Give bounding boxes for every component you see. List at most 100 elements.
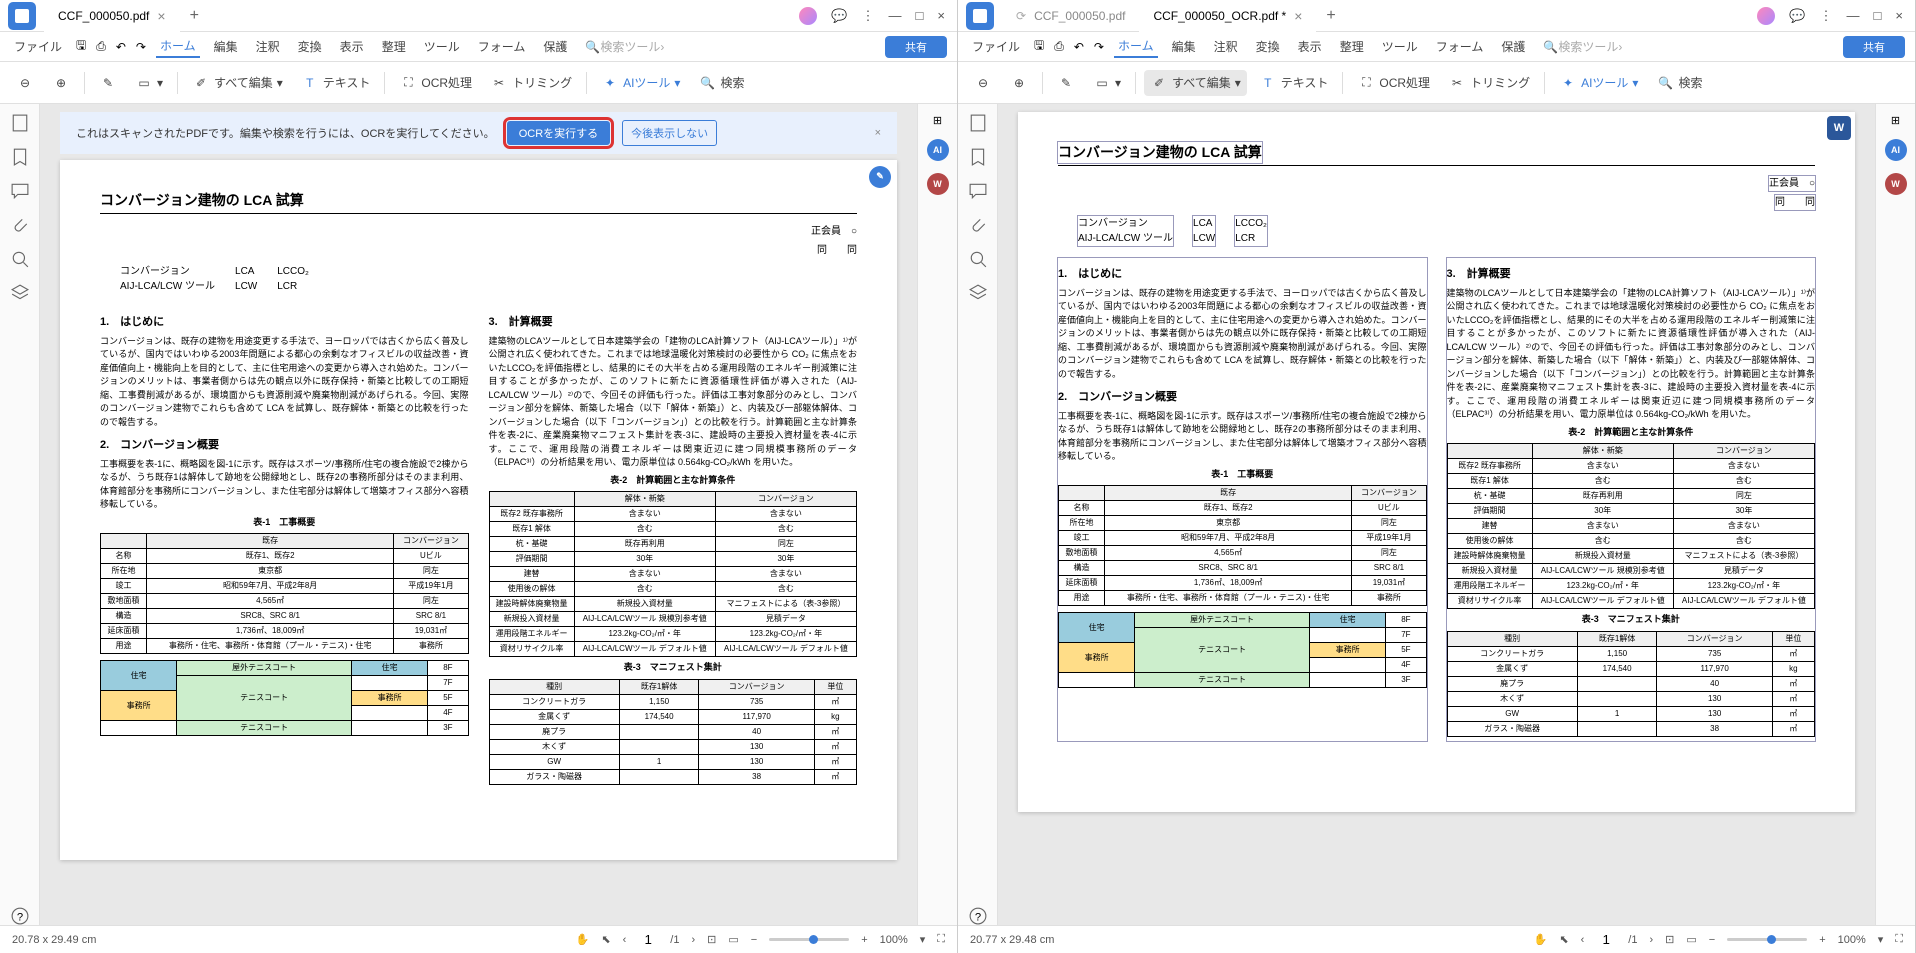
bookmark-icon[interactable] <box>11 148 29 166</box>
prev-page-icon[interactable]: ‹ <box>623 934 627 946</box>
ocr-button[interactable]: ⛶OCR処理 <box>393 70 478 96</box>
zoom-out-button[interactable]: ⊖ <box>968 70 998 96</box>
menu-file[interactable]: ファイル <box>968 36 1024 57</box>
search-button[interactable]: 🔍検索 <box>692 70 750 96</box>
tab-inactive[interactable]: ⟳ CCF_000050.pdf <box>1002 0 1139 32</box>
app-icon[interactable] <box>8 2 36 30</box>
print-icon[interactable]: ⎙ <box>96 39 106 54</box>
text-button[interactable]: Tテキスト <box>295 70 377 96</box>
ocr-button[interactable]: ⛶OCR処理 <box>1351 70 1436 96</box>
hand-tool-icon[interactable]: ✋ <box>1534 933 1548 946</box>
select-tool-icon[interactable]: ⬉ <box>1559 933 1568 946</box>
app-icon[interactable] <box>966 2 994 30</box>
author[interactable]: 同 同 <box>1058 195 1815 210</box>
next-page-icon[interactable]: › <box>1649 934 1653 946</box>
format-icon[interactable]: ⊞ <box>933 114 942 127</box>
close-window-icon[interactable]: × <box>1895 8 1903 23</box>
menu-view[interactable]: 表示 <box>1294 36 1326 57</box>
text-block[interactable]: 3. 計算概要 建築物のLCAツールとして日本建築学会の「建物のLCA計算ソフト… <box>1447 258 1816 741</box>
trim-button[interactable]: ✂トリミング <box>1442 70 1536 96</box>
tab-active[interactable]: CCF_000050_OCR.pdf * × <box>1139 0 1316 32</box>
menu-annotate[interactable]: 注釈 <box>1210 36 1242 57</box>
menu-forms[interactable]: フォーム <box>1432 36 1488 57</box>
share-button[interactable]: 共有 <box>1843 36 1905 58</box>
menu-edit[interactable]: 編集 <box>1168 36 1200 57</box>
layers-icon[interactable] <box>11 284 29 302</box>
highlight-button[interactable]: ✎ <box>93 70 123 96</box>
edit-all-button[interactable]: ✐すべて編集▾ <box>186 70 289 96</box>
thumbnails-icon[interactable] <box>969 114 987 132</box>
comment-icon[interactable] <box>969 182 987 200</box>
text-block[interactable]: 1. はじめに コンバージョンは、既存の建物を用途変更する手法で、ヨーロッパでは… <box>1058 258 1427 741</box>
attachment-icon[interactable] <box>969 216 987 234</box>
close-window-icon[interactable]: × <box>937 8 945 23</box>
banner-close-icon[interactable]: × <box>875 127 881 139</box>
search-panel-icon[interactable] <box>969 250 987 268</box>
menu-convert[interactable]: 変換 <box>294 36 326 57</box>
bookmark-icon[interactable] <box>969 148 987 166</box>
maximize-icon[interactable]: □ <box>1874 8 1882 23</box>
next-page-icon[interactable]: › <box>691 934 695 946</box>
menu-forms[interactable]: フォーム <box>474 36 530 57</box>
select-tool-icon[interactable]: ⬉ <box>601 933 610 946</box>
menu-protect[interactable]: 保護 <box>1497 36 1529 57</box>
new-tab-button[interactable]: + <box>180 7 209 25</box>
maximize-icon[interactable]: □ <box>916 8 924 23</box>
word-export-icon[interactable]: W <box>1827 116 1851 140</box>
thumbnails-icon[interactable] <box>11 114 29 132</box>
menu-tools[interactable]: ツール <box>1378 36 1422 57</box>
help-icon[interactable]: ? <box>969 907 987 925</box>
menu-search[interactable]: 🔍検索ツール› <box>1539 36 1626 57</box>
menu-home[interactable]: ホーム <box>1114 35 1158 58</box>
fullscreen-icon[interactable]: ⛶ <box>937 933 945 946</box>
ai-badge-icon[interactable]: AI <box>1885 139 1907 161</box>
format-icon[interactable]: ⊞ <box>1891 114 1900 127</box>
zoom-out-icon[interactable]: − <box>751 934 757 946</box>
menu-edit[interactable]: 編集 <box>210 36 242 57</box>
redo-icon[interactable]: ↷ <box>1094 40 1104 54</box>
menu-organize[interactable]: 整理 <box>378 36 410 57</box>
save-icon[interactable]: 🖫 <box>76 36 86 57</box>
dismiss-banner-button[interactable]: 今後表示しない <box>622 120 717 146</box>
menu-icon[interactable]: ⋮ <box>1820 8 1833 24</box>
redo-icon[interactable]: ↷ <box>136 40 146 54</box>
ai-tools-button[interactable]: ✦AIツール▾ <box>1553 70 1644 96</box>
menu-file[interactable]: ファイル <box>10 36 66 57</box>
search-button[interactable]: 🔍検索 <box>1650 70 1708 96</box>
fullscreen-icon[interactable]: ⛶ <box>1895 933 1903 946</box>
zoom-in-button[interactable]: ⊕ <box>1004 70 1034 96</box>
tab-active[interactable]: CCF_000050.pdf × <box>44 0 180 32</box>
menu-view[interactable]: 表示 <box>336 36 368 57</box>
keywords[interactable]: コンバージョンAIJ-LCA/LCW ツール LCALCW LCCO₂LCR <box>1078 216 1815 246</box>
edit-badge-icon[interactable]: ✎ <box>869 166 891 188</box>
share-button[interactable]: 共有 <box>885 36 947 58</box>
zoom-in-icon[interactable]: + <box>861 934 867 946</box>
page-input[interactable] <box>638 932 658 947</box>
close-icon[interactable]: × <box>157 8 165 24</box>
shape-button[interactable]: ▭▾ <box>129 70 169 96</box>
page-input[interactable] <box>1596 932 1616 947</box>
menu-icon[interactable]: ⋮ <box>862 8 875 24</box>
document-area[interactable]: W コンバージョン建物の LCA 試算 正会員 ○ 同 同 コンバージョンAIJ… <box>998 104 1875 925</box>
minimize-icon[interactable]: — <box>1847 8 1860 23</box>
edit-all-button[interactable]: ✐すべて編集▾ <box>1144 70 1247 96</box>
menu-convert[interactable]: 変換 <box>1252 36 1284 57</box>
layers-icon[interactable] <box>969 284 987 302</box>
zoom-out-icon[interactable]: − <box>1709 934 1715 946</box>
menu-tools[interactable]: ツール <box>420 36 464 57</box>
prev-page-icon[interactable]: ‹ <box>1581 934 1585 946</box>
new-tab-button[interactable]: + <box>1316 7 1345 25</box>
word-badge-icon[interactable]: W <box>1885 173 1907 195</box>
undo-icon[interactable]: ↶ <box>1074 40 1084 54</box>
comment-icon[interactable] <box>11 182 29 200</box>
ai-badge-icon[interactable]: AI <box>927 139 949 161</box>
save-icon[interactable]: 🖫 <box>1034 36 1044 57</box>
text-button[interactable]: Tテキスト <box>1253 70 1335 96</box>
zoom-slider[interactable] <box>1727 938 1807 941</box>
message-icon[interactable]: 💬 <box>831 8 847 24</box>
zoom-slider[interactable] <box>769 938 849 941</box>
print-icon[interactable]: ⎙ <box>1054 39 1064 54</box>
ai-tools-button[interactable]: ✦AIツール▾ <box>595 70 686 96</box>
fit-width-icon[interactable]: ⊡ <box>707 933 716 946</box>
fit-page-icon[interactable]: ▭ <box>1686 933 1696 946</box>
